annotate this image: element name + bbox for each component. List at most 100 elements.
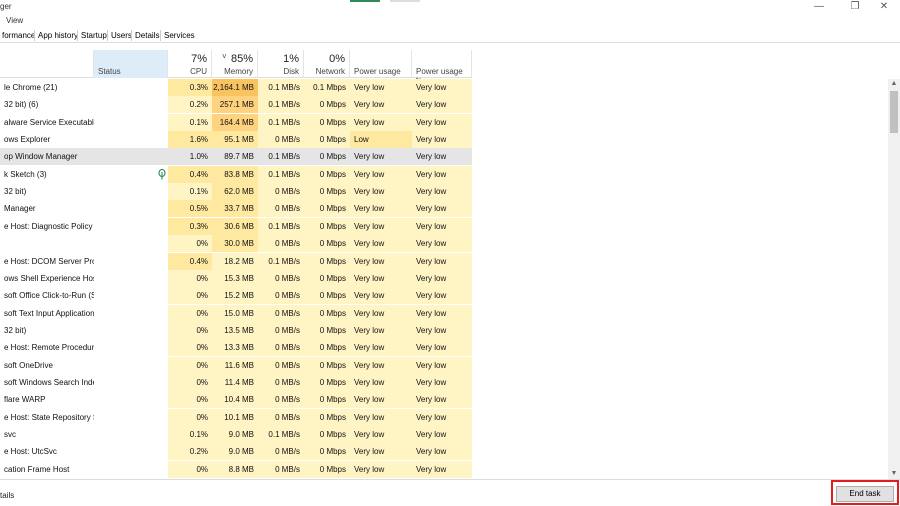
process-row[interactable]: e Host: Remote Procedure... 0%13.3 MB0 MB… <box>0 339 472 357</box>
process-row[interactable]: flare WARP 0% 10.4 MB 0 MB/s 0 Mbps Very low V… <box>0 391 472 409</box>
close-button[interactable]: ✕ <box>877 1 891 13</box>
memory-cell: 11.6 MB <box>212 356 258 374</box>
process-name <box>0 235 94 252</box>
cpu-cell: 0% <box>168 408 212 426</box>
column-power-usage[interactable]: Power usage <box>350 50 412 78</box>
column-network[interactable]: 0% Network <box>304 50 350 78</box>
process-row[interactable]: 32 bit) (6) 0.2% 257.1 MB 0.1 MB/s 0 Mbps Ver… <box>0 96 472 114</box>
power-usage-trend-cell: Very low <box>412 165 472 183</box>
minimize-button[interactable]: — <box>812 1 826 13</box>
leaf-icon <box>157 168 167 180</box>
cpu-cell: 0% <box>168 321 212 339</box>
process-row[interactable]: 32 bit) 0.1% 62.0 MB 0 MB/s 0 Mbps Very low Ve… <box>0 183 472 201</box>
process-row[interactable]: k Sketch (3) 0.4% 83.8 MB 0.1 MB/s 0 Mbps Ver… <box>0 165 472 183</box>
power-usage-cell: Very low <box>350 235 412 253</box>
power-usage-cell: Very low <box>350 408 412 426</box>
power-usage-trend-cell: Very low <box>412 356 472 374</box>
network-cell: 0 Mbps <box>304 304 350 322</box>
power-usage-trend-cell: Very low <box>412 304 472 322</box>
process-row[interactable]: op Window Manager 1.0% 89.7 MB 0.1 MB/s 0 Mb… <box>0 148 472 166</box>
tab-details[interactable]: Details <box>133 29 161 42</box>
power-usage-cell: Very low <box>350 373 412 391</box>
disk-cell: 0 MB/s <box>258 356 304 374</box>
process-row[interactable]: e Host: Diagnostic Policy ... 0.3% 30.6 MB… <box>0 217 472 235</box>
disk-cell: 0.1 MB/s <box>258 79 304 96</box>
memory-cell: 13.5 MB <box>212 321 258 339</box>
network-cell: 0 Mbps <box>304 235 350 253</box>
power-usage-trend-cell: Very low <box>412 287 472 305</box>
process-name: 32 bit) (6) <box>4 100 39 110</box>
power-usage-trend-cell: Very low <box>412 269 472 287</box>
cpu-cell: 0.2% <box>168 96 212 114</box>
power-usage-trend-cell: Very low <box>412 131 472 149</box>
process-row[interactable]: ows Explorer 1.6% 95.1 MB 0 MB/s 0 Mbps Low Ve… <box>0 131 472 149</box>
process-name: svc <box>4 430 16 439</box>
memory-cell: 164.4 MB <box>212 113 258 131</box>
process-row[interactable]: e Host: State Repository S...0%10.1 MB0 … <box>0 408 472 426</box>
fewer-details-link[interactable]: tails <box>0 491 14 500</box>
sort-descending-icon: ˅ <box>222 52 227 61</box>
process-row[interactable]: Manager 0.5% 33.7 MB 0 MB/s 0 Mbps Very low Ve… <box>0 200 472 218</box>
cpu-cell: 0% <box>168 356 212 374</box>
process-row[interactable]: 0% 30.0 MB 0 MB/s 0 Mbps Very low Very low <box>0 235 472 253</box>
process-row[interactable]: alware Service Executable 0.1% 164.4 MB 0.1… <box>0 113 472 131</box>
disk-cell: 0.1 MB/s <box>258 165 304 183</box>
tab-app-history[interactable]: App history <box>36 29 80 42</box>
column-cpu-label: CPU <box>190 67 207 76</box>
process-row[interactable]: ows Shell Experience Host 0% 15.3 MB 0 MB/s… <box>0 269 472 287</box>
cpu-cell: 1.6% <box>168 131 212 149</box>
tab-services[interactable]: Services <box>162 29 197 42</box>
tab-performance[interactable]: formance <box>0 29 37 42</box>
power-usage-trend-cell: Very low <box>412 339 472 357</box>
process-row[interactable]: svc 0.1% 9.0 MB 0.1 MB/s 0 Mbps Very low Very … <box>0 426 472 443</box>
network-cell: 0 Mbps <box>304 113 350 131</box>
power-usage-cell: Very low <box>350 460 412 478</box>
column-disk[interactable]: 1% Disk <box>258 50 304 78</box>
memory-cell: 9.0 MB <box>212 426 258 443</box>
power-usage-cell: Very low <box>350 391 412 409</box>
cpu-cell: 0% <box>168 269 212 287</box>
power-usage-cell: Very low <box>350 287 412 305</box>
power-usage-trend-cell: Very low <box>412 183 472 201</box>
process-row[interactable]: e Host: UtcSvc 0.2% 9.0 MB 0 MB/s 0 Mbps Very… <box>0 443 472 461</box>
scroll-thumb[interactable] <box>890 91 898 133</box>
column-status[interactable]: Status <box>94 50 168 78</box>
vertical-scrollbar[interactable]: ▲ ▼ <box>888 79 900 479</box>
process-row[interactable]: e Host: DCOM Server Proc... 0.4%18.2 MB0.… <box>0 252 472 270</box>
power-usage-trend-cell: Very low <box>416 152 447 162</box>
network-cell: 0 Mbps <box>304 269 350 287</box>
power-usage-trend-cell: Very low <box>412 200 472 218</box>
tab-startup[interactable]: Startup <box>79 29 109 42</box>
cpu-cell: 0% <box>168 304 212 322</box>
process-row[interactable]: cation Frame Host 0% 8.8 MB 0 MB/s 0 Mbps Ver… <box>0 460 472 478</box>
cpu-cell: 0.3% <box>168 79 212 96</box>
process-row[interactable]: soft OneDrive 0% 11.6 MB 0 MB/s 0 Mbps Very l… <box>0 356 472 374</box>
power-usage-trend-cell: Very low <box>412 391 472 409</box>
process-name: e Host: UtcSvc <box>4 447 57 457</box>
column-name[interactable] <box>0 50 94 78</box>
power-usage-cell: Very low <box>350 321 412 339</box>
scroll-down-icon[interactable]: ▼ <box>888 469 900 479</box>
process-row[interactable]: soft Windows Search Inde... 0% 11.4 MB 0 MB… <box>0 373 472 391</box>
memory-cell: 10.1 MB <box>212 408 258 426</box>
process-name: Manager <box>4 204 36 214</box>
process-row[interactable]: le Chrome (21) 0.3% 2,164.1 MB 0.1 MB/s 0.1 … <box>0 79 472 96</box>
memory-cell: 10.4 MB <box>212 391 258 409</box>
memory-cell: 2,164.1 MB <box>212 79 258 96</box>
scroll-up-icon[interactable]: ▲ <box>888 79 900 89</box>
restore-button[interactable]: ❐ <box>848 1 862 13</box>
process-row[interactable]: 32 bit) 0% 13.5 MB 0 MB/s 0 Mbps Very low Very… <box>0 321 472 339</box>
menu-view[interactable]: View <box>6 16 23 25</box>
disk-cell: 0 MB/s <box>258 391 304 409</box>
column-cpu[interactable]: 7% CPU <box>168 50 212 78</box>
memory-cell: 62.0 MB <box>212 183 258 201</box>
power-usage-cell: Very low <box>350 165 412 183</box>
network-cell: 0 Mbps <box>319 152 346 162</box>
column-memory[interactable]: 85% Memory <box>212 50 258 78</box>
disk-cell: 0.1 MB/s <box>268 152 300 162</box>
power-usage-cell: Very low <box>350 79 412 96</box>
process-row[interactable]: soft Office Click-to-Run (S... 0% 15.2 MB 0… <box>0 287 472 305</box>
column-power-usage-trend[interactable]: Power usage tr... <box>412 50 472 85</box>
process-row[interactable]: soft Text Input Application 0% 15.0 MB 0 MB… <box>0 304 472 322</box>
cpu-cell: 0.4% <box>168 165 212 183</box>
